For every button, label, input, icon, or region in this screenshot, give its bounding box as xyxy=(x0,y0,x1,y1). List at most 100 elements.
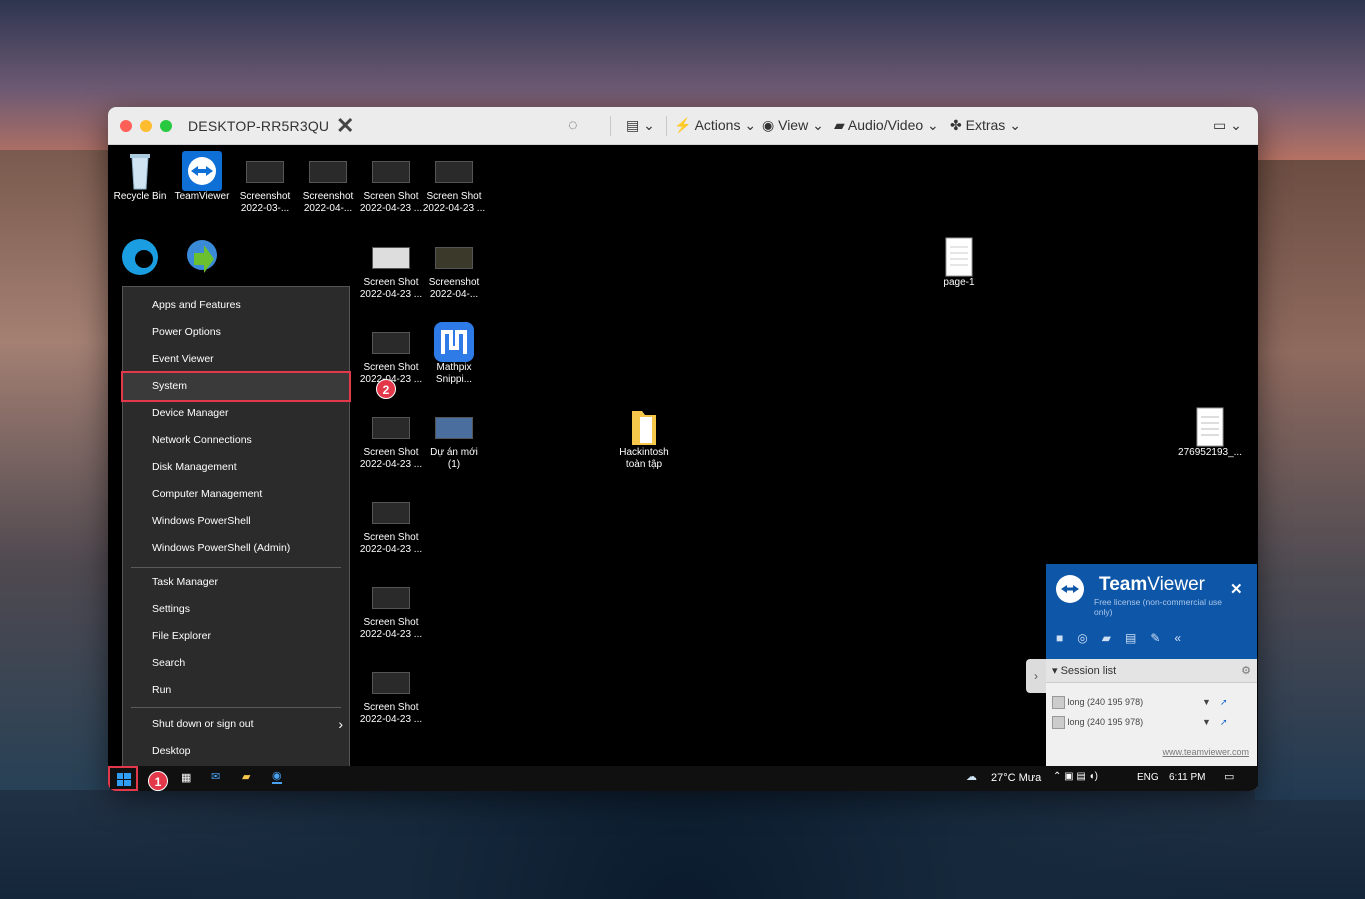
menu-item-file-explorer[interactable]: File Explorer xyxy=(123,623,351,650)
desktop-icon-screenshot-8[interactable]: Screen Shot 2022-04-23 ... xyxy=(359,407,423,471)
teamviewer-link[interactable]: www.teamviewer.com xyxy=(1162,747,1249,757)
triangle-down-icon[interactable]: ▼ xyxy=(1202,694,1211,710)
desktop-icon-idm[interactable] xyxy=(170,237,234,277)
menu-item-settings[interactable]: Settings xyxy=(123,596,351,623)
notification-icon[interactable]: ▭ xyxy=(1224,770,1234,783)
desktop-icon-recycle-bin[interactable]: Recycle Bin xyxy=(108,151,172,203)
headset-icon[interactable]: ◎ xyxy=(1077,631,1101,645)
triangle-down-icon[interactable]: ▼ xyxy=(1202,714,1211,730)
actions-label: Actions xyxy=(694,117,741,133)
panel-expand-icon[interactable]: › xyxy=(1026,659,1046,693)
view-menu[interactable]: ◉ View ⌄ xyxy=(762,117,824,134)
desktop-icon-edge[interactable] xyxy=(108,237,172,277)
icon-label: 2022-04-23 ... xyxy=(359,629,423,640)
lightning-icon: ⚡ xyxy=(674,117,692,133)
actions-menu[interactable]: ⚡ Actions ⌄ xyxy=(674,117,756,134)
menu-item-event-viewer[interactable]: Event Viewer xyxy=(123,346,351,373)
icon-label: 2022-04-23 ... xyxy=(359,289,423,300)
close-window-button[interactable] xyxy=(120,120,132,132)
menu-item-network-connections[interactable]: Network Connections xyxy=(123,427,351,454)
language-indicator[interactable]: ENG xyxy=(1137,772,1159,783)
session-list-header[interactable]: ▾ Session list ⚙ xyxy=(1046,659,1257,683)
menu-item-windows-powershell-admin[interactable]: Windows PowerShell (Admin) xyxy=(123,535,351,562)
desktop-icon-screenshot-10[interactable]: Screen Shot 2022-04-23 ... xyxy=(359,577,423,641)
desktop-icon-screenshot-1[interactable]: Screenshot 2022-03-... xyxy=(233,151,297,215)
menu-item-windows-powershell[interactable]: Windows PowerShell xyxy=(123,508,351,535)
menu-item-apps-and-features[interactable]: Apps and Features xyxy=(123,292,351,319)
icon-label: 276952193_... xyxy=(1178,447,1242,458)
image-thumbnail-icon xyxy=(372,332,410,354)
minimize-window-button[interactable] xyxy=(140,120,152,132)
menu-item-desktop[interactable]: Desktop xyxy=(123,738,351,765)
menu-item-label: Shut down or sign out xyxy=(152,718,254,730)
icon-label: TeamViewer xyxy=(174,191,230,202)
menu-item-task-manager[interactable]: Task Manager xyxy=(123,569,351,596)
tools-icon[interactable]: ✎ xyxy=(1150,631,1174,645)
menu-item-disk-management[interactable]: Disk Management xyxy=(123,454,351,481)
menu-item-shut-down[interactable]: Shut down or sign out › xyxy=(123,711,351,738)
close-session-icon[interactable]: ✕ xyxy=(336,113,354,139)
user-icon xyxy=(1052,696,1065,710)
image-thumbnail-icon xyxy=(372,502,410,524)
desktop-icon-screenshot-3[interactable]: Screen Shot 2022-04-23 ... xyxy=(359,151,423,215)
desktop-icon-screenshot-6[interactable]: Screenshot 2022-04-... xyxy=(422,237,486,301)
panel-tools: ■◎▰▤✎« xyxy=(1056,631,1195,645)
menu-item-power-options[interactable]: Power Options xyxy=(123,319,351,346)
image-thumbnail-icon xyxy=(309,161,347,183)
menu-item-run[interactable]: Run xyxy=(123,677,351,704)
teamviewer-panel: TeamViewer Free license (non-commercial … xyxy=(1046,564,1257,791)
teamviewer-window: DESKTOP-RR5R3QU ✕ ◌ ▤ ⌄ ⚡ Actions ⌄ ◉ Vi… xyxy=(108,107,1258,791)
maximize-window-button[interactable] xyxy=(160,120,172,132)
teamviewer-taskbar-icon[interactable]: ◉ xyxy=(272,769,282,784)
file-explorer-icon[interactable]: ▰ xyxy=(242,770,250,783)
cursor-icon[interactable]: ➚ xyxy=(1220,694,1228,710)
menu-item-computer-management[interactable]: Computer Management xyxy=(123,481,351,508)
gear-icon[interactable]: ⚙ xyxy=(1241,659,1251,683)
license-text: Free license (non-commercial use only) xyxy=(1094,597,1223,617)
clipboard-menu[interactable]: ▤ ⌄ xyxy=(626,117,655,134)
icon-label: Mathpix xyxy=(436,362,472,373)
menu-item-system[interactable]: System xyxy=(121,371,351,402)
files-icon[interactable]: ▤ xyxy=(1125,631,1150,645)
chevron-right-icon: › xyxy=(338,716,343,732)
cursor-icon[interactable]: ➚ xyxy=(1220,714,1228,730)
collapse-icon[interactable]: « xyxy=(1174,631,1195,645)
desktop-icon-teamviewer[interactable]: TeamViewer xyxy=(170,151,234,203)
tray-icons[interactable]: ⌃ ▣ ▤ ◖) xyxy=(1053,771,1098,782)
desktop-icon-screenshot-4[interactable]: Screen Shot 2022-04-23 ... xyxy=(422,151,486,215)
clock[interactable]: 6:11 PM xyxy=(1169,772,1206,783)
desktop-icon-screenshot-7[interactable]: Screen Shot 2022-04-23 ... xyxy=(359,322,423,386)
start-button[interactable] xyxy=(108,766,138,791)
session-name: long (240 195 978) xyxy=(1067,697,1144,707)
desktop-icon-276952193[interactable]: 276952193_... xyxy=(1178,407,1242,459)
video-icon[interactable]: ■ xyxy=(1056,631,1077,645)
desktop-icon-du-an-moi[interactable]: Dự án mới (1) xyxy=(422,407,486,471)
icon-label: Screen Shot xyxy=(363,702,419,713)
recycle-bin-icon xyxy=(118,151,162,190)
desktop-icon-screenshot-5[interactable]: Screen Shot 2022-04-23 ... xyxy=(359,237,423,301)
desktop-icon-hackintosh[interactable]: Hackintosh toàn tập xyxy=(612,407,676,471)
icon-label: Snippi... xyxy=(435,374,473,385)
desktop-icon-mathpix[interactable]: Mathpix Snippi... xyxy=(422,322,486,386)
desktop-icon-screenshot-9[interactable]: Screen Shot 2022-04-23 ... xyxy=(359,492,423,556)
audio-video-label: Audio/Video xyxy=(847,117,924,133)
extras-menu[interactable]: ✤ Extras ⌄ xyxy=(950,117,1021,134)
terminal-menu[interactable]: ▭ ⌄ xyxy=(1213,117,1242,134)
mail-icon[interactable]: ✉ xyxy=(211,770,220,783)
weather-text[interactable]: 27°C Mưa xyxy=(991,772,1041,784)
store-icon[interactable]: ▦ xyxy=(181,771,191,784)
desktop-icon-screenshot-11[interactable]: Screen Shot 2022-04-23 ... xyxy=(359,662,423,726)
session-row[interactable]: long (240 195 978) ▼ ➚ xyxy=(1052,714,1252,730)
audio-video-menu[interactable]: ▰ Audio/Video ⌄ xyxy=(834,117,939,134)
winx-context-menu: Apps and Features Power Options Event Vi… xyxy=(121,286,351,772)
desktop-icon-screenshot-2[interactable]: Screenshot 2022-04-... xyxy=(296,151,360,215)
icon-label: Screenshot xyxy=(428,277,480,288)
session-row[interactable]: long (240 195 978) ▼ ➚ xyxy=(1052,694,1252,710)
icon-label: 2022-04-... xyxy=(429,289,479,300)
desktop-icon-page-1[interactable]: page-1 xyxy=(927,237,991,289)
chat-icon[interactable]: ▰ xyxy=(1102,631,1125,645)
close-icon[interactable]: ✕ xyxy=(1230,580,1243,598)
image-thumbnail-icon xyxy=(372,417,410,439)
menu-item-search[interactable]: Search xyxy=(123,650,351,677)
menu-item-device-manager[interactable]: Device Manager xyxy=(123,400,351,427)
